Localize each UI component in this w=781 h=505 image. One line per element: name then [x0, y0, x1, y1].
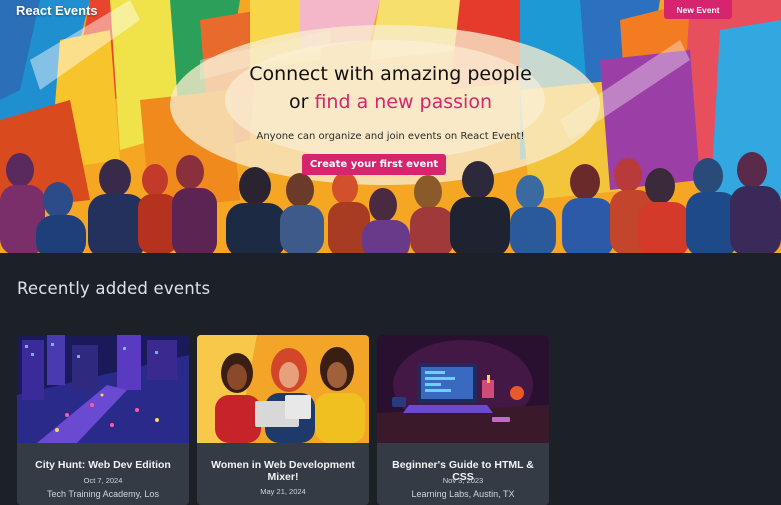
- headline-line-2: or find a new passion: [0, 88, 781, 116]
- event-card[interactable]: Women in Web Development Mixer! May 21, …: [197, 335, 369, 505]
- headline-accent: find a new passion: [314, 91, 493, 113]
- section-title: Recently added events: [17, 279, 211, 298]
- headline-line-1: Connect with amazing people: [249, 63, 532, 85]
- event-card[interactable]: City Hunt: Web Dev Edition Oct 7, 2024 T…: [17, 335, 189, 505]
- event-image: [197, 335, 369, 443]
- headline-or: or: [288, 91, 309, 113]
- event-date: May 21, 2024: [260, 487, 306, 496]
- event-title: City Hunt: Web Dev Edition: [35, 459, 171, 471]
- event-card[interactable]: Beginner's Guide to HTML & CSS Nov 3, 20…: [377, 335, 549, 505]
- hero-banner: React Events New Event Connect with amaz…: [0, 0, 781, 253]
- new-event-button[interactable]: New Event: [664, 0, 732, 19]
- event-title: Women in Web Development Mixer!: [211, 459, 355, 483]
- hero-subtext: Anyone can organize and join events on R…: [256, 131, 525, 142]
- event-date: Nov 3, 2023: [442, 476, 484, 485]
- event-image: [377, 335, 549, 443]
- hero-illustration: [0, 0, 781, 253]
- create-first-event-button[interactable]: Create your first event: [302, 154, 446, 175]
- hero-headline: Connect with amazing people or find a ne…: [0, 60, 781, 116]
- event-date: Oct 7, 2024: [83, 476, 123, 485]
- event-image: [17, 335, 189, 443]
- brand-logo[interactable]: React Events: [16, 3, 98, 18]
